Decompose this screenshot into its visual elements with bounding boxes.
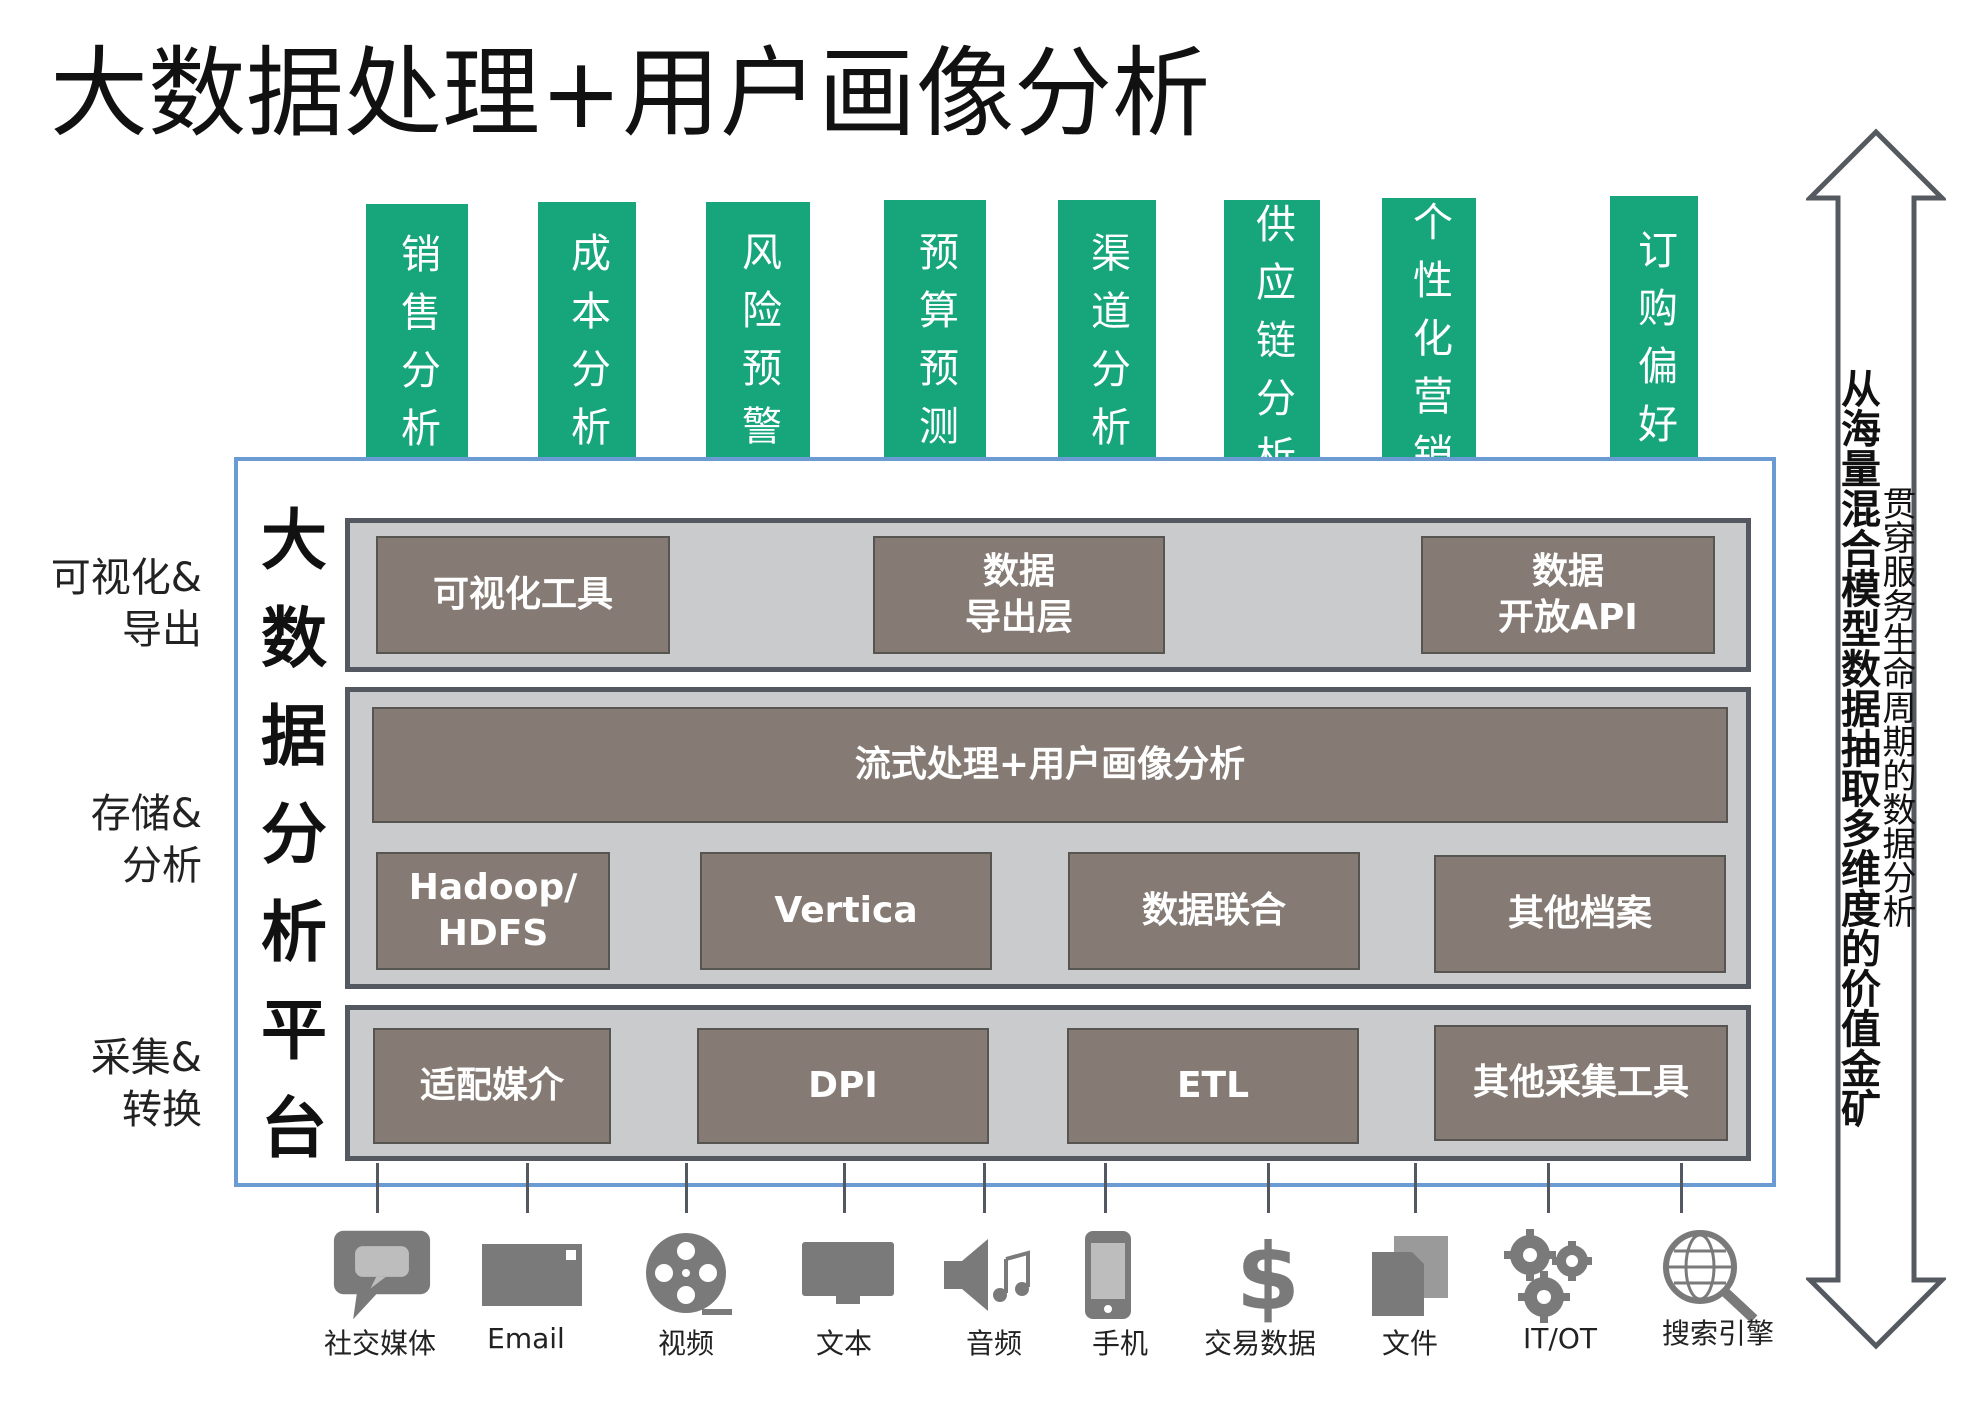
right-text-title: 从海量混合模型数据抽取多维度的价值金矿 [1834,368,1880,1128]
text-monitor-icon [798,1225,898,1325]
connector [1547,1163,1550,1213]
connector [983,1163,986,1213]
box-other-collect: 其他采集工具 [1434,1025,1728,1141]
source-label: 视频 [657,1327,714,1360]
mobile-phone-icon [1058,1225,1158,1325]
app-label: 预算预测 [912,231,958,463]
connector [1104,1163,1107,1213]
connector [1680,1163,1683,1213]
side-label-line: 可视化& [50,555,202,601]
box-open-api: 数据 开放API [1421,536,1715,654]
connector [526,1163,529,1213]
gears-icon [1500,1225,1600,1325]
source-label: 搜索引擎 [1661,1317,1774,1350]
app-label: 渠道分析 [1084,232,1130,464]
side-label-visual: 可视化& 导出 [20,552,202,656]
app-risk-warning: 风险预警 [706,202,810,492]
app-budget-forecast: 预算预测 [884,200,986,494]
connector [1267,1163,1270,1213]
platform-label: 大数据分析平台 [261,502,327,1167]
box-dpi: DPI [697,1028,989,1144]
app-label: 风险预警 [735,231,781,463]
speaker-music-icon [940,1225,1040,1325]
app-personalized-marketing: 个性化营销 [1382,198,1476,494]
app-supply-chain: 供应链分析 [1224,200,1320,496]
side-label-storage: 存储& 分析 [20,788,202,892]
box-etl: ETL [1067,1028,1359,1144]
connector [1414,1163,1417,1213]
connector [685,1163,688,1213]
box-export-layer: 数据 导出层 [873,536,1165,654]
box-visual-tool: 可视化工具 [376,536,670,654]
box-adapter-media: 适配媒介 [373,1028,611,1144]
app-label: 成本分析 [564,232,610,464]
email-icon [482,1225,582,1325]
side-label-line: 分析 [122,843,202,889]
connector [376,1163,379,1213]
app-order-preference: 订购偏好 [1610,196,1698,494]
film-reel-icon [638,1225,738,1325]
chat-bubble-icon [332,1225,432,1325]
svg-text:$: $ [1236,1227,1300,1323]
app-label: 供应链分析 [1249,203,1295,493]
box-vertica: Vertica [700,852,992,970]
connector [843,1163,846,1213]
box-other-archives: 其他档案 [1434,855,1726,973]
side-label-line: 导出 [122,607,202,653]
dollar-icon: $ [1218,1225,1318,1325]
app-label: 订购偏好 [1631,229,1677,461]
box-hadoop: Hadoop/ HDFS [376,852,610,970]
side-label-collect: 采集& 转换 [20,1032,202,1136]
side-label-line: 采集& [90,1035,202,1081]
source-label: IT/OT [1523,1322,1597,1355]
files-icon [1360,1225,1460,1325]
app-channel-analysis: 渠道分析 [1058,200,1156,496]
box-streaming: 流式处理+用户画像分析 [372,707,1728,823]
page-title: 大数据处理+用户画像分析 [50,37,1211,151]
source-label: Email [487,1322,565,1355]
app-sales-analysis: 销售分析 [366,204,468,494]
side-label-line: 转换 [122,1087,202,1133]
side-label-line: 存储& [90,791,202,837]
globe-search-icon [1660,1225,1760,1325]
app-cost-analysis: 成本分析 [538,202,636,494]
app-label: 销售分析 [394,233,440,465]
app-label: 个性化营销 [1406,201,1452,491]
box-data-federation: 数据联合 [1068,852,1360,970]
